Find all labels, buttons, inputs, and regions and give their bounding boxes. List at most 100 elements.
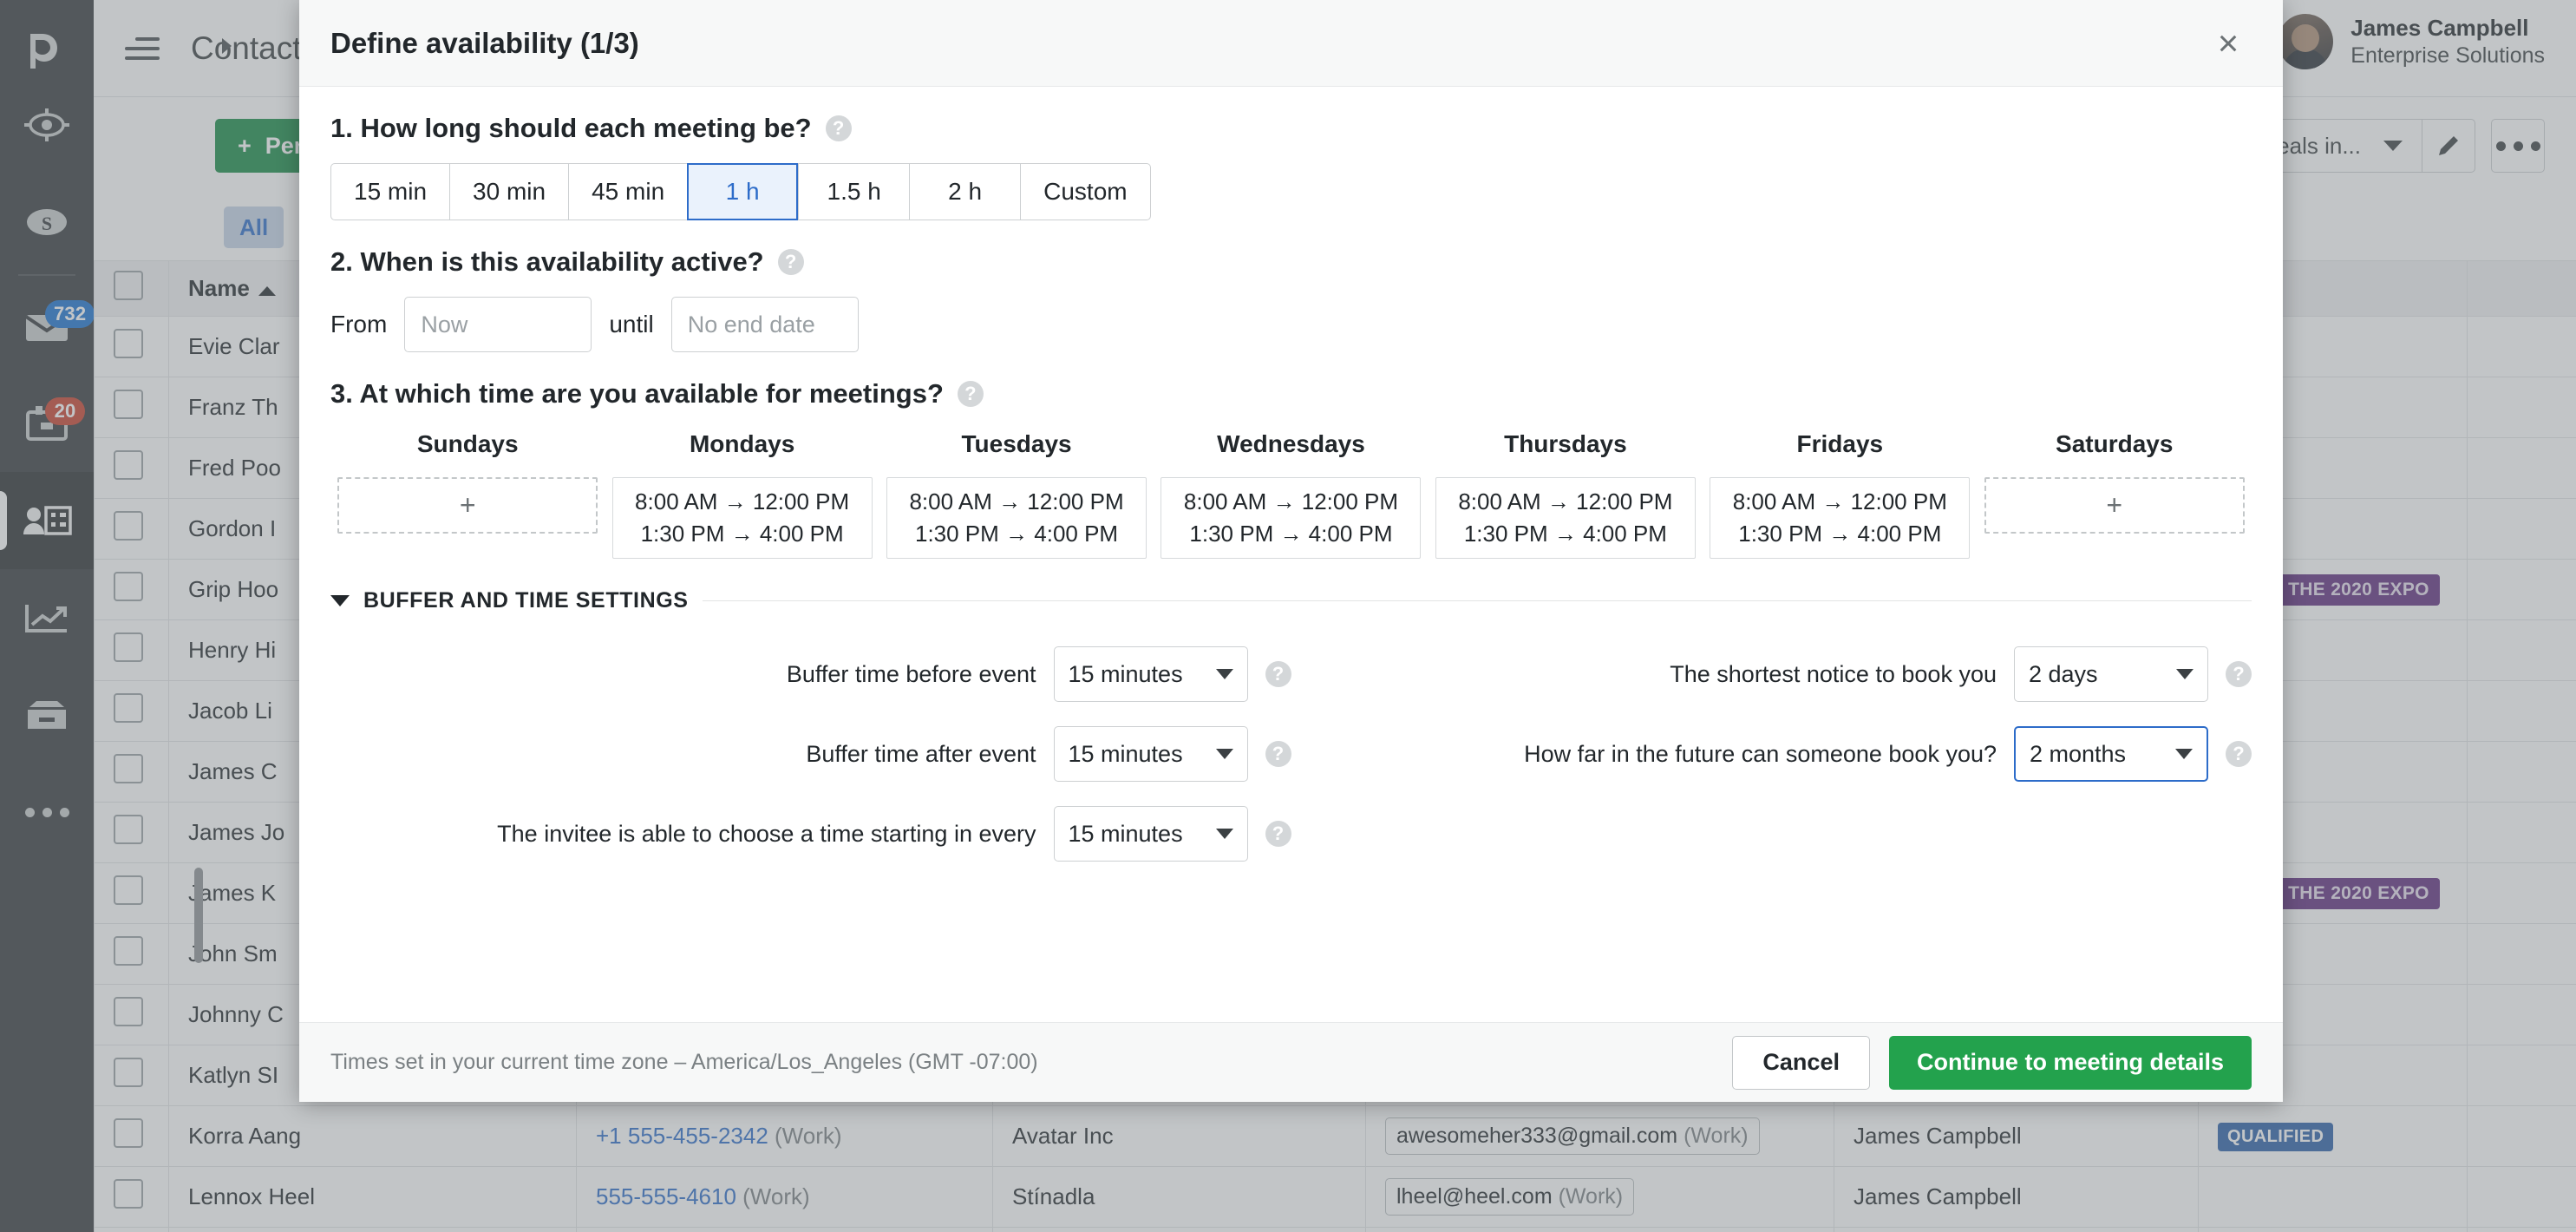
- setting-select[interactable]: 2 days: [2014, 646, 2208, 702]
- buffer-settings-right-column: The shortest notice to book you 2 days? Ho…: [1291, 622, 2252, 862]
- duration-option-label: 2 h: [948, 178, 983, 205]
- chevron-down-icon: [1215, 829, 1233, 839]
- help-icon[interactable]: ?: [1265, 661, 1291, 687]
- setting-select[interactable]: 15 minutes: [1053, 646, 1248, 702]
- dialog-title: Define availability (1/3): [330, 26, 639, 59]
- duration-option[interactable]: 2 h: [909, 163, 1021, 220]
- question-1-text: 1. How long should each meeting be?: [330, 113, 812, 143]
- until-date-input[interactable]: [670, 297, 859, 352]
- duration-option[interactable]: 15 min: [330, 163, 450, 220]
- day-column: Sundays +: [330, 430, 605, 559]
- help-icon[interactable]: ?: [825, 115, 852, 141]
- buffer-settings-header[interactable]: BUFFER AND TIME SETTINGS: [330, 588, 2252, 613]
- dialog-body: 1. How long should each meeting be? ? 15…: [299, 87, 2283, 1022]
- continue-button[interactable]: Continue to meeting details: [1888, 1035, 2252, 1090]
- day-column: Saturdays +: [1978, 430, 2252, 559]
- day-slots-box[interactable]: 8:00 AM → 12:00 PM 1:30 PM → 4:00 PM: [886, 477, 1147, 559]
- day-column: Fridays 8:00 AM → 12:00 PM 1:30 PM → 4:00 …: [1703, 430, 1977, 559]
- day-name: Sundays: [416, 430, 519, 457]
- time-slot[interactable]: 8:00 AM → 12:00 PM: [1733, 488, 1947, 515]
- setting-select[interactable]: 2 months: [2014, 726, 2208, 782]
- day-column: Tuesdays 8:00 AM → 12:00 PM 1:30 PM → 4:00…: [879, 430, 1154, 559]
- divider: [702, 600, 2252, 601]
- day-name: Saturdays: [2056, 430, 2174, 457]
- question-2-text: 2. When is this availability active?: [330, 246, 764, 277]
- setting-label: The shortest notice to book you: [1670, 660, 1997, 687]
- help-icon[interactable]: ?: [2226, 741, 2252, 767]
- help-icon[interactable]: ?: [1265, 741, 1291, 767]
- duration-option-label: 1.5 h: [827, 178, 881, 205]
- duration-option[interactable]: 1.5 h: [798, 163, 910, 220]
- day-slots-box[interactable]: 8:00 AM → 12:00 PM 1:30 PM → 4:00 PM: [1435, 477, 1696, 559]
- help-icon[interactable]: ?: [2226, 661, 2252, 687]
- chevron-down-icon: [330, 595, 350, 606]
- duration-option[interactable]: 1 h: [687, 163, 799, 220]
- setting-label: The invitee is able to choose a time sta…: [497, 820, 1036, 847]
- plus-icon: +: [459, 489, 476, 521]
- availability-range-row: From until: [330, 297, 2252, 352]
- setting-select[interactable]: 15 minutes: [1053, 806, 1248, 862]
- add-availability-button[interactable]: +: [1984, 477, 2245, 534]
- duration-option-label: 1 h: [725, 178, 760, 205]
- time-slot[interactable]: 1:30 PM → 4:00 PM: [1189, 521, 1392, 547]
- dialog-footer: Times set in your current time zone – Am…: [299, 1022, 2283, 1102]
- day-slots-box[interactable]: 8:00 AM → 12:00 PM 1:30 PM → 4:00 PM: [1161, 477, 1422, 559]
- help-icon[interactable]: ?: [1265, 821, 1291, 847]
- duration-option-label: 30 min: [473, 178, 546, 205]
- close-icon[interactable]: ×: [2205, 20, 2252, 67]
- buffer-settings-body: Buffer time before event 15 minutes? Buffe…: [330, 622, 2252, 862]
- duration-option-label: 15 min: [354, 178, 428, 205]
- chevron-down-icon: [2175, 749, 2193, 759]
- chevron-down-icon: [1215, 749, 1233, 759]
- setting-select-value: 15 minutes: [1068, 740, 1183, 767]
- question-1-label: 1. How long should each meeting be? ?: [330, 113, 2252, 144]
- from-label: From: [330, 311, 388, 337]
- duration-option[interactable]: 45 min: [568, 163, 688, 220]
- time-slot[interactable]: 1:30 PM → 4:00 PM: [641, 521, 844, 547]
- time-slot[interactable]: 1:30 PM → 4:00 PM: [1464, 521, 1667, 547]
- duration-option-label: Custom: [1043, 178, 1128, 205]
- setting-label: Buffer time before event: [786, 660, 1036, 687]
- day-name: Mondays: [689, 430, 795, 457]
- setting-select[interactable]: 15 minutes: [1053, 726, 1248, 782]
- duration-option[interactable]: Custom: [1020, 163, 1151, 220]
- setting-select-value: 15 minutes: [1068, 820, 1183, 847]
- day-slots-box[interactable]: 8:00 AM → 12:00 PM 1:30 PM → 4:00 PM: [1710, 477, 1971, 559]
- time-slot[interactable]: 1:30 PM → 4:00 PM: [1738, 521, 1941, 547]
- meeting-duration-segmented-control: 15 min 30 min 45 min 1 h 1.5 h 2 h Custom: [330, 163, 1151, 220]
- time-slot[interactable]: 8:00 AM → 12:00 PM: [1184, 488, 1398, 515]
- footer-buttons: Cancel Continue to meeting details: [1732, 1035, 2252, 1090]
- setting-row: Buffer time before event 15 minutes?: [330, 646, 1291, 702]
- buffer-settings-left-column: Buffer time before event 15 minutes? Buffe…: [330, 622, 1291, 862]
- question-3-text: 3. At which time are you available for m…: [330, 378, 944, 409]
- weekly-availability-grid: Sundays + Mondays 8:00 AM → 12:00 PM 1:30 PM…: [330, 430, 2252, 559]
- question-2-label: 2. When is this availability active? ?: [330, 246, 2252, 278]
- duration-option[interactable]: 30 min: [449, 163, 569, 220]
- buffer-settings-title: BUFFER AND TIME SETTINGS: [363, 588, 689, 613]
- timezone-note: Times set in your current time zone – Am…: [330, 1050, 1038, 1074]
- add-availability-button[interactable]: +: [337, 477, 598, 534]
- time-slot[interactable]: 1:30 PM → 4:00 PM: [915, 521, 1118, 547]
- day-name: Thursdays: [1504, 430, 1627, 457]
- day-name: Fridays: [1796, 430, 1884, 457]
- from-date-input[interactable]: [404, 297, 592, 352]
- setting-select-value: 2 days: [2029, 660, 2098, 687]
- day-name: Wednesdays: [1217, 430, 1365, 457]
- setting-row: The invitee is able to choose a time sta…: [330, 806, 1291, 862]
- time-slot[interactable]: 8:00 AM → 12:00 PM: [635, 488, 849, 515]
- until-label: until: [609, 311, 654, 337]
- day-slots-box[interactable]: 8:00 AM → 12:00 PM 1:30 PM → 4:00 PM: [611, 477, 873, 559]
- duration-option-label: 45 min: [592, 178, 665, 205]
- time-slot[interactable]: 8:00 AM → 12:00 PM: [909, 488, 1123, 515]
- dialog-header: Define availability (1/3) ×: [299, 0, 2283, 87]
- chevron-down-icon: [1215, 669, 1233, 679]
- day-name: Tuesdays: [961, 430, 1072, 457]
- help-icon[interactable]: ?: [957, 381, 984, 407]
- cancel-button[interactable]: Cancel: [1732, 1035, 1870, 1090]
- time-slot[interactable]: 8:00 AM → 12:00 PM: [1458, 488, 1672, 515]
- help-icon[interactable]: ?: [777, 249, 804, 275]
- day-column: Thursdays 8:00 AM → 12:00 PM 1:30 PM → 4:0…: [1429, 430, 1703, 559]
- setting-row: How far in the future can someone book y…: [1291, 726, 2252, 782]
- day-column: Wednesdays 8:00 AM → 12:00 PM 1:30 PM → 4:…: [1154, 430, 1428, 559]
- day-column: Mondays 8:00 AM → 12:00 PM 1:30 PM → 4:00 …: [605, 430, 879, 559]
